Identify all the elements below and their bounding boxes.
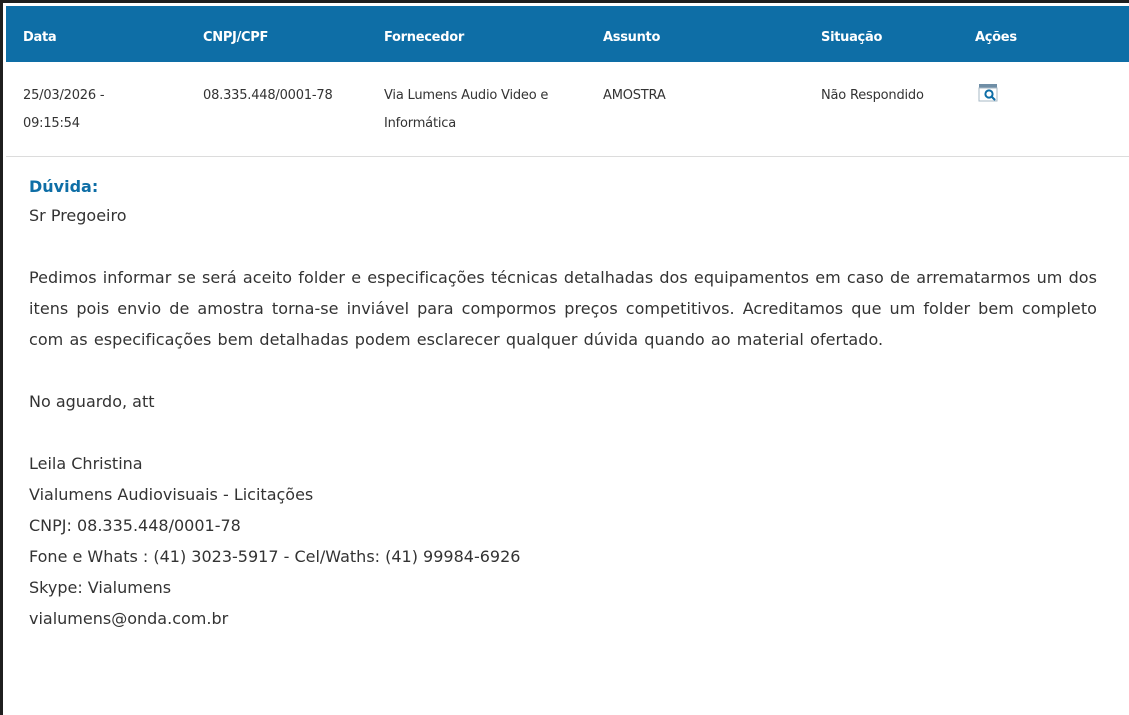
signature-company: Vialumens Audiovisuais - Licitações <box>29 485 314 504</box>
cell-assunto: AMOSTRA <box>603 88 666 103</box>
closing-text: No aguardo, att <box>29 392 155 411</box>
question-detail: Dúvida: Sr Pregoeiro Pedimos informar se… <box>29 174 1097 634</box>
signature-name: Leila Christina <box>29 454 143 473</box>
greeting-text: Sr Pregoeiro <box>29 206 127 225</box>
page-frame: Data CNPJ/CPF Fornecedor Assunto Situaçã… <box>0 0 1129 715</box>
cell-data-date: 25/03/2026 - <box>23 88 105 103</box>
cell-fornecedor-line1: Via Lumens Audio Video e <box>384 88 549 103</box>
header-data: Data <box>23 30 57 45</box>
cell-fornecedor: Via Lumens Audio Video e Informática <box>384 82 548 138</box>
cell-data-time: 09:15:54 <box>23 116 80 131</box>
header-acoes: Ações <box>975 30 1017 45</box>
cell-data: 25/03/2026 - 09:15:54 <box>23 82 105 138</box>
question-title: Dúvida: <box>29 177 99 196</box>
search-document-icon[interactable] <box>978 84 1000 102</box>
signature-phone: Fone e Whats : (41) 3023-5917 - Cel/Wath… <box>29 547 521 566</box>
header-assunto: Assunto <box>603 30 661 45</box>
question-body: Pedimos informar se será aceito folder e… <box>29 268 1097 349</box>
signature-cnpj: CNPJ: 08.335.448/0001-78 <box>29 516 241 535</box>
cell-fornecedor-line2: Informática <box>384 116 456 131</box>
signature-email: vialumens@onda.com.br <box>29 609 229 628</box>
header-situacao: Situação <box>821 30 883 45</box>
signature-skype: Skype: Vialumens <box>29 578 172 597</box>
cell-cnpj: 08.335.448/0001-78 <box>203 88 333 103</box>
table-row: 25/03/2026 - 09:15:54 08.335.448/0001-78… <box>6 62 1129 157</box>
header-fornecedor: Fornecedor <box>384 30 464 45</box>
cell-situacao: Não Respondido <box>821 88 924 103</box>
table-header: Data CNPJ/CPF Fornecedor Assunto Situaçã… <box>6 6 1129 62</box>
header-cnpj: CNPJ/CPF <box>203 30 269 45</box>
